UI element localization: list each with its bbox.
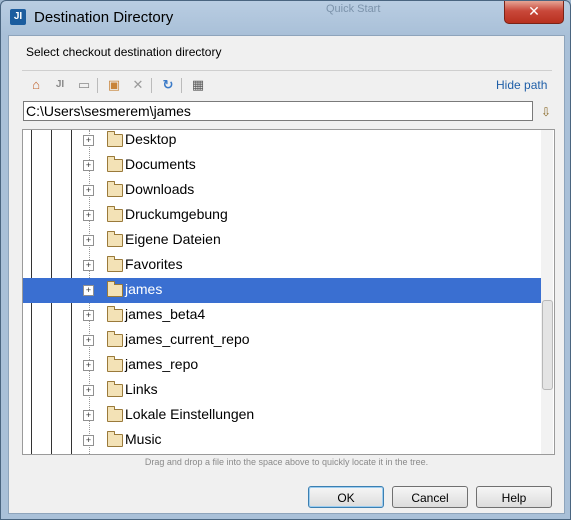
refresh-icon[interactable]: ↻ bbox=[159, 76, 177, 94]
expand-icon[interactable]: + bbox=[83, 435, 94, 446]
folder-icon bbox=[107, 231, 123, 247]
folder-icon bbox=[107, 306, 123, 322]
folder-icon bbox=[107, 181, 123, 197]
header-divider bbox=[22, 70, 552, 71]
expand-icon[interactable]: + bbox=[83, 235, 94, 246]
tree-row[interactable]: + james_repo bbox=[23, 353, 541, 378]
expand-icon[interactable]: + bbox=[83, 360, 94, 371]
tree-row[interactable]: + Lokale Einstellungen bbox=[23, 403, 541, 428]
tree-row[interactable]: + james_beta4 bbox=[23, 303, 541, 328]
folder-icon bbox=[107, 131, 123, 147]
show-hidden-icon[interactable]: ▦ bbox=[189, 76, 207, 94]
tree-row[interactable]: + Druckumgebung bbox=[23, 203, 541, 228]
title-bar: JI Destination Directory Quick Start ✕ bbox=[1, 1, 570, 35]
tree-row[interactable]: + james_current_repo bbox=[23, 328, 541, 353]
tree-row[interactable]: + Eigene Dateien bbox=[23, 228, 541, 253]
tree-row-label: Documents bbox=[125, 156, 196, 172]
folder-icon bbox=[107, 356, 123, 372]
project-icon[interactable]: JI bbox=[51, 76, 69, 94]
delete-icon[interactable]: ✕ bbox=[129, 76, 147, 94]
dialog-subtitle: Select checkout destination directory bbox=[26, 45, 222, 59]
dialog-body: Select checkout destination directory ⌂ … bbox=[8, 35, 565, 514]
help-button[interactable]: Help bbox=[476, 486, 552, 508]
toolbar: ⌂ JI ▭ ▣ ✕ ↻ ▦ bbox=[27, 76, 327, 96]
toolbar-separator bbox=[97, 78, 98, 93]
scrollbar-thumb[interactable] bbox=[542, 300, 553, 390]
tree-row[interactable]: + Downloads bbox=[23, 178, 541, 203]
path-input[interactable] bbox=[23, 101, 533, 121]
expand-icon[interactable]: + bbox=[83, 310, 94, 321]
folder-icon bbox=[107, 431, 123, 447]
tree-row-label: Favorites bbox=[125, 256, 183, 272]
tree-row[interactable]: + Music bbox=[23, 428, 541, 453]
tree-row[interactable]: + Favorites bbox=[23, 253, 541, 278]
tree-row-label: Downloads bbox=[125, 181, 195, 197]
expand-icon[interactable]: + bbox=[83, 135, 94, 146]
tree-row-label: Links bbox=[125, 381, 158, 397]
new-folder-icon[interactable]: ▣ bbox=[105, 76, 123, 94]
dialog-window: JI Destination Directory Quick Start ✕ S… bbox=[0, 0, 571, 520]
folder-icon bbox=[107, 331, 123, 347]
close-button[interactable]: ✕ bbox=[504, 1, 564, 24]
home-icon[interactable]: ⌂ bbox=[27, 76, 45, 94]
folder-icon bbox=[107, 381, 123, 397]
toolbar-separator bbox=[181, 78, 182, 93]
module-icon[interactable]: ▭ bbox=[75, 76, 93, 94]
expand-icon[interactable]: + bbox=[83, 185, 94, 196]
directory-tree[interactable]: + Desktop + Documents + Downloads + Druckumgebu… bbox=[22, 129, 555, 455]
download-path-icon[interactable]: ⇩ bbox=[539, 103, 553, 121]
tree-row-label: james_current_repo bbox=[125, 331, 250, 347]
tree-scrollbar[interactable] bbox=[541, 130, 553, 454]
expand-icon[interactable]: + bbox=[83, 285, 94, 296]
tree-row[interactable]: + james bbox=[23, 278, 541, 303]
cancel-button[interactable]: Cancel bbox=[392, 486, 468, 508]
folder-icon bbox=[107, 256, 123, 272]
tree-row[interactable]: + Desktop bbox=[23, 130, 541, 153]
tree-row-label: Druckumgebung bbox=[125, 206, 228, 222]
expand-icon[interactable]: + bbox=[83, 385, 94, 396]
tree-row-label: Eigene Dateien bbox=[125, 231, 221, 247]
hide-path-link[interactable]: Hide path bbox=[496, 78, 547, 92]
tree-row[interactable]: + Links bbox=[23, 378, 541, 403]
tree-row-label: james_beta4 bbox=[125, 306, 206, 322]
tree-row-label: Desktop bbox=[125, 131, 177, 147]
folder-icon bbox=[107, 281, 123, 297]
expand-icon[interactable]: + bbox=[83, 410, 94, 421]
expand-icon[interactable]: + bbox=[83, 160, 94, 171]
app-icon: JI bbox=[10, 9, 26, 25]
expand-icon[interactable]: + bbox=[83, 335, 94, 346]
toolbar-separator bbox=[151, 78, 152, 93]
folder-icon bbox=[107, 206, 123, 222]
expand-icon[interactable]: + bbox=[83, 210, 94, 221]
folder-icon bbox=[107, 156, 123, 172]
drag-drop-hint: Drag and drop a file into the space abov… bbox=[144, 457, 429, 467]
tree-row-label: Music bbox=[125, 431, 162, 447]
background-window-title: Quick Start bbox=[326, 3, 381, 15]
tree-row-label: james bbox=[125, 281, 163, 297]
tree-row[interactable]: + Documents bbox=[23, 153, 541, 178]
folder-icon bbox=[107, 406, 123, 422]
ok-button[interactable]: OK bbox=[308, 486, 384, 508]
expand-icon[interactable]: + bbox=[83, 260, 94, 271]
window-title: Destination Directory bbox=[34, 9, 174, 26]
tree-row-label: Lokale Einstellungen bbox=[125, 406, 255, 422]
tree-row-label: james_repo bbox=[125, 356, 199, 372]
